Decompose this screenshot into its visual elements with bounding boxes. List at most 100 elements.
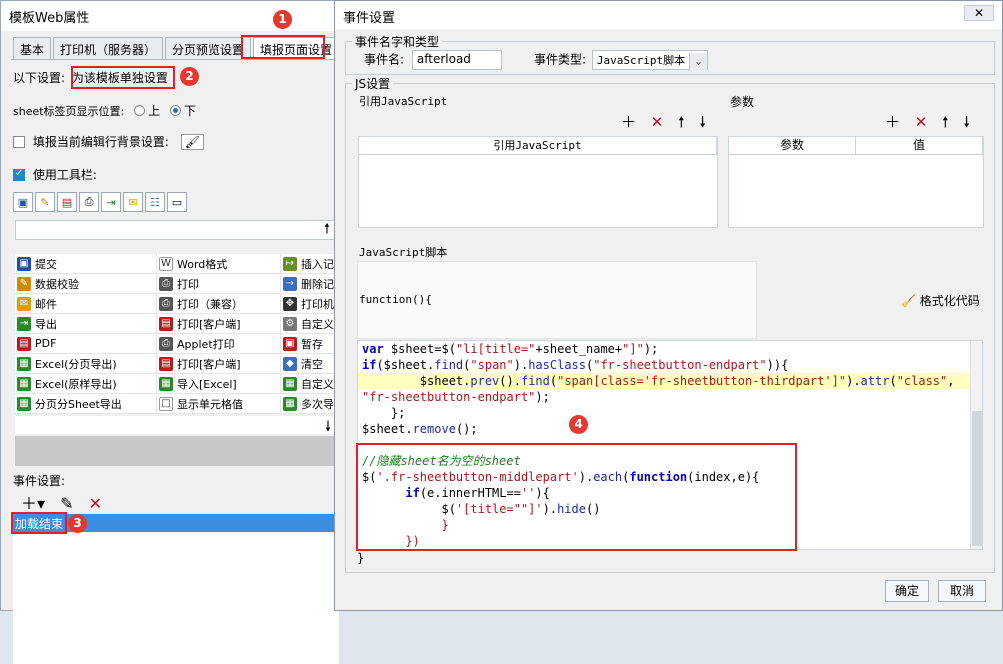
toolbar-button-icon: ▤ xyxy=(159,356,173,371)
use-toolbar-checkbox[interactable] xyxy=(13,168,25,181)
print-icon[interactable]: ⎙ xyxy=(79,192,99,212)
toolbar-button-item[interactable]: ✉ 邮件 xyxy=(15,294,157,314)
toolbar-button-item[interactable]: ▣ 暂存 xyxy=(281,334,337,354)
scroll-thumb[interactable] xyxy=(972,411,982,546)
toolbar-button-icon: ▣ xyxy=(283,336,297,351)
toolbar-button-icon: ▤ xyxy=(17,336,31,351)
delete-param-icon[interactable]: ✕ xyxy=(915,113,928,131)
save-icon[interactable]: ▣ xyxy=(13,192,33,212)
toolbar-button-item[interactable]: ▤ 打印[客户端] xyxy=(157,354,281,374)
code-line: $sheet.remove(); xyxy=(362,422,478,436)
toolbar-button-item[interactable]: ▣ 提交 xyxy=(15,254,157,274)
toolbar-button-item[interactable]: ◆ 清空 xyxy=(281,354,337,374)
toolbar-button-item[interactable]: ✎ 数据校验 xyxy=(15,274,157,294)
cancel-button[interactable]: 取消 xyxy=(938,580,986,602)
code-line: if($sheet.find("span").hasClass("fr-shee… xyxy=(362,358,789,372)
toolbar-button-item[interactable]: ▦ Excel(分页导出) xyxy=(15,354,157,374)
script-title: JavaScript脚本 xyxy=(359,246,448,259)
move-up-arrow-icon[interactable]: 🠕 xyxy=(15,220,337,240)
event-list: 加载结束 xyxy=(13,514,339,664)
move-down-arrow-icon[interactable]: 🠗 xyxy=(15,416,337,435)
toolbar-button-icon: ⇢ xyxy=(283,276,297,291)
add-event-icon[interactable]: ＋▾ xyxy=(21,494,45,513)
toolbar-button-item[interactable]: ⇢ 删除记 xyxy=(281,274,337,294)
toolbar-button-icon: ✎ xyxy=(17,276,31,291)
callout-badge-3: 3 xyxy=(68,514,87,533)
toolbar-button-item[interactable]: ⎙ Applet打印 xyxy=(157,334,281,354)
event-type-value: JavaScript脚本 xyxy=(596,54,686,67)
toolbar-button-icon: ▦ xyxy=(283,376,297,391)
delete-ref-js-icon[interactable]: ✕ xyxy=(651,113,664,131)
toolbar-button-label: 插入记 xyxy=(301,257,334,271)
move-down-ref-js-icon[interactable]: 🠗 xyxy=(699,113,705,131)
event-name-type-group: 事件名字和类型 事件名: afterload 事件类型: JavaScript脚… xyxy=(345,33,995,75)
value-column-header: 值 xyxy=(856,137,983,154)
params-toolbar: ＋ ✕ 🠕 🠗 xyxy=(875,111,970,137)
event-name-input[interactable]: afterload xyxy=(411,50,502,70)
add-param-icon[interactable]: ＋ xyxy=(885,113,900,131)
callout-box-setting xyxy=(71,66,175,89)
blank-icon[interactable]: ▭ xyxy=(167,192,187,212)
toolbar-button-item[interactable]: ▦ 多次导 xyxy=(281,394,337,414)
edit-event-icon[interactable]: ✎ xyxy=(60,494,73,513)
toolbar-button-item[interactable]: □ 显示单元格值 xyxy=(157,394,281,414)
setting-label: 以下设置: xyxy=(13,71,66,85)
fill-row-bg-checkbox[interactable] xyxy=(13,136,25,148)
move-up-param-icon[interactable]: 🠕 xyxy=(942,113,948,131)
pencil-icon[interactable]: ✎ xyxy=(35,192,55,212)
toolbar-button-item[interactable]: ▤ 打印[客户端] xyxy=(157,314,281,334)
toolbar-button-item[interactable]: ↦ 插入记 xyxy=(281,254,337,274)
list-icon[interactable]: ☷ xyxy=(145,192,165,212)
toolbar-button-item[interactable]: W Word格式 xyxy=(157,254,281,274)
toolbar-button-label: 分页分Sheet导出 xyxy=(35,397,122,411)
ref-js-toolbar: ＋ ✕ 🠕 🠗 xyxy=(611,111,706,137)
callout-box-event xyxy=(11,512,67,534)
toolbar-button-label: 打印 xyxy=(177,277,199,291)
toolbar-button-item[interactable]: ✥ 打印机 xyxy=(281,294,337,314)
event-type-select[interactable]: JavaScript脚本 ⌄ xyxy=(591,50,709,71)
code-line: }; xyxy=(362,406,406,420)
toolbar-button-list: ▣ 提交 W Word格式 ↦ 插入记 ✎ 数据校验 ⎙ 打印 ⇢ 删除记 ✉ 邮件 ⎙ 打印（兼容） ✥ 打印机… xyxy=(15,254,337,414)
tab-printer-server[interactable]: 打印机（服务器） xyxy=(53,37,164,59)
chevron-down-icon: ⌄ xyxy=(689,53,708,71)
toolbar-button-icon: ▦ xyxy=(17,376,31,391)
code-scrollbar[interactable] xyxy=(970,341,982,549)
toolbar-button-item[interactable]: ▤ PDF xyxy=(15,334,157,354)
toolbar-button-item[interactable]: ⎙ 打印 xyxy=(157,274,281,294)
callout-badge-2: 2 xyxy=(180,67,199,86)
toolbar-button-label: 导入[Excel] xyxy=(177,377,237,391)
params-title: 参数 xyxy=(730,95,755,109)
toolbar-button-item[interactable]: ▦ 自定义 xyxy=(281,374,337,394)
move-down-param-icon[interactable]: 🠗 xyxy=(963,113,969,131)
radio-top[interactable] xyxy=(134,105,146,116)
tab-basic[interactable]: 基本 xyxy=(13,37,52,59)
toolbar-button-item[interactable]: ⇥ 导出 xyxy=(15,314,157,334)
pdf-icon[interactable]: ▤ xyxy=(57,192,77,212)
toolbar-button-item[interactable]: ⚙ 自定义 xyxy=(281,314,337,334)
add-ref-js-icon[interactable]: ＋ xyxy=(621,113,636,131)
move-up-ref-js-icon[interactable]: 🠕 xyxy=(678,113,684,131)
toolbar-button-icon: ▣ xyxy=(17,256,31,271)
param-column-header: 参数 xyxy=(729,137,856,154)
close-icon[interactable]: ✕ xyxy=(964,5,994,21)
radio-bottom[interactable] xyxy=(169,105,181,116)
paint-bucket-icon[interactable]: 🖌 xyxy=(180,134,204,150)
toolbar-button-item[interactable]: ⎙ 打印（兼容） xyxy=(157,294,281,314)
toolbar-button-item[interactable]: ▦ 导入[Excel] xyxy=(157,374,281,394)
mail-icon[interactable]: ✉ xyxy=(123,192,143,212)
toolbar-button-icon: ⎙ xyxy=(159,296,173,311)
toolbar-button-label: 打印[客户端] xyxy=(177,357,241,371)
toolbar-button-icon: ✥ xyxy=(283,296,297,311)
ok-button[interactable]: 确定 xyxy=(885,580,929,602)
toolbar-button-item[interactable]: ▦ Excel(原样导出) xyxy=(15,374,157,394)
toolbar-button-label: Word格式 xyxy=(177,257,228,271)
delete-event-icon[interactable]: ✕ xyxy=(89,494,102,513)
tab-page-preview[interactable]: 分页预览设置 xyxy=(165,37,252,59)
export-icon[interactable]: ⇥ xyxy=(101,192,121,212)
code-line: var $sheet=$("li[title="+sheet_name+"]")… xyxy=(362,342,659,356)
toolbar-button-item[interactable]: ▦ 分页分Sheet导出 xyxy=(15,394,157,414)
toolbar-button-label: 导出 xyxy=(35,317,57,331)
radio-top-label: 上 xyxy=(148,104,161,118)
format-code-button[interactable]: 🧹 格式化代码 xyxy=(901,292,980,309)
toolbar-button-label: PDF xyxy=(35,337,57,350)
